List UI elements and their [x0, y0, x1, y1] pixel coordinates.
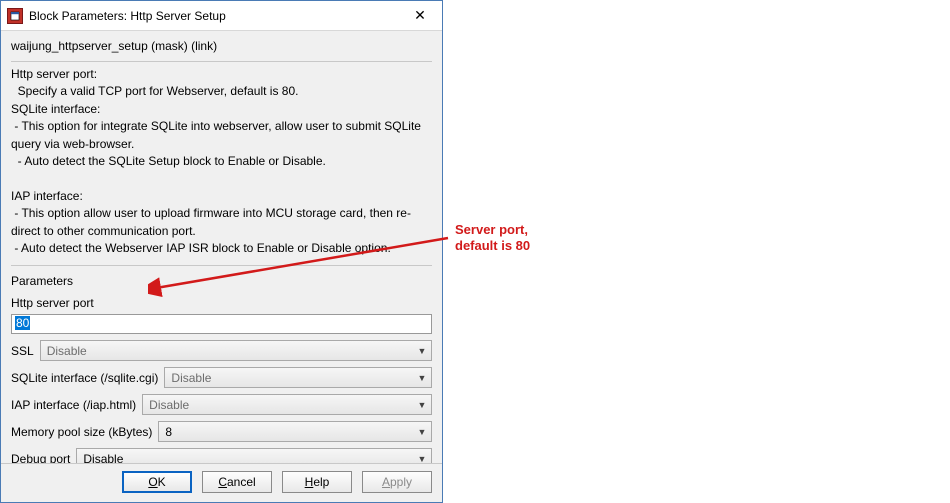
- ssl-value: Disable: [47, 344, 87, 358]
- http-port-label: Http server port: [11, 296, 432, 310]
- apply-button[interactable]: Apply: [362, 471, 432, 493]
- parameters-panel: Http server port 80 SSL Disable ▼ SQLite…: [11, 296, 432, 463]
- mempool-combo[interactable]: 8 ▼: [158, 421, 432, 442]
- ssl-combo[interactable]: Disable ▼: [40, 340, 432, 361]
- mask-name: waijung_httpserver_setup (mask) (link): [11, 39, 432, 53]
- chevron-down-icon: ▼: [413, 373, 431, 383]
- dialog-body: waijung_httpserver_setup (mask) (link) H…: [1, 31, 442, 463]
- iap-label: IAP interface (/iap.html): [11, 398, 136, 412]
- http-port-input[interactable]: 80: [11, 314, 432, 334]
- ok-button[interactable]: OK: [122, 471, 192, 493]
- param-ssl: SSL Disable ▼: [11, 340, 432, 361]
- iap-value: Disable: [149, 398, 189, 412]
- dialog-window: Block Parameters: Http Server Setup ✕ wa…: [0, 0, 443, 503]
- chevron-down-icon: ▼: [413, 427, 431, 437]
- param-iap: IAP interface (/iap.html) Disable ▼: [11, 394, 432, 415]
- debugport-value: Disable: [83, 452, 123, 463]
- param-debugport: Debug port Disable ▼: [11, 448, 432, 463]
- chevron-down-icon: ▼: [413, 400, 431, 410]
- mempool-value: 8: [165, 425, 172, 439]
- titlebar: Block Parameters: Http Server Setup ✕: [1, 1, 442, 31]
- sqlite-value: Disable: [171, 371, 211, 385]
- app-icon: [7, 8, 23, 24]
- chevron-down-icon: ▼: [413, 346, 431, 356]
- separator: [11, 265, 432, 266]
- annotation-text: Server port, default is 80: [455, 222, 530, 255]
- description-text: Http server port: Specify a valid TCP po…: [11, 66, 432, 257]
- help-button[interactable]: Help: [282, 471, 352, 493]
- param-sqlite: SQLite interface (/sqlite.cgi) Disable ▼: [11, 367, 432, 388]
- window-title: Block Parameters: Http Server Setup: [29, 9, 398, 23]
- ssl-label: SSL: [11, 344, 34, 358]
- param-mempool: Memory pool size (kBytes) 8 ▼: [11, 421, 432, 442]
- iap-combo[interactable]: Disable ▼: [142, 394, 432, 415]
- close-button[interactable]: ✕: [398, 1, 442, 31]
- mempool-label: Memory pool size (kBytes): [11, 425, 152, 439]
- param-http-port: Http server port 80: [11, 296, 432, 334]
- button-row: OK Cancel Help Apply: [1, 463, 442, 502]
- debugport-label: Debug port: [11, 452, 70, 463]
- http-port-value: 80: [15, 316, 30, 330]
- sqlite-combo[interactable]: Disable ▼: [164, 367, 432, 388]
- chevron-down-icon: ▼: [413, 454, 431, 463]
- sqlite-label: SQLite interface (/sqlite.cgi): [11, 371, 158, 385]
- debugport-combo[interactable]: Disable ▼: [76, 448, 432, 463]
- cancel-button[interactable]: Cancel: [202, 471, 272, 493]
- parameters-label: Parameters: [11, 274, 432, 288]
- separator: [11, 61, 432, 62]
- close-icon: ✕: [414, 7, 426, 24]
